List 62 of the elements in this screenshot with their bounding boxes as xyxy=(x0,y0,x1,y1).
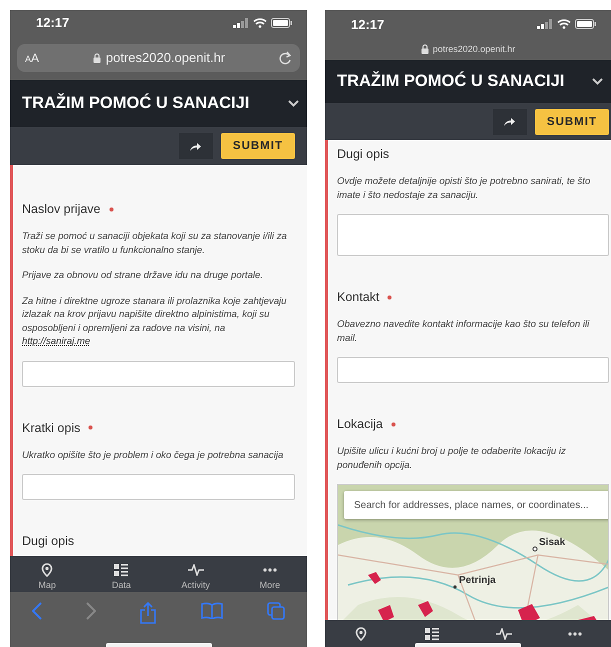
field-label: Kratki opis xyxy=(22,420,80,434)
lock-icon xyxy=(92,52,101,62)
help-text: Za hitne i direktne ugroze stanara ili prolaznika koje zahtjevaju izlazak na krov prijavu napišite direktno alpinistima, koji su osposobljeni i opremljeni za radove na visini, na http://saniraj.me xyxy=(22,294,288,348)
lock-icon xyxy=(420,44,429,54)
field-label: Kontakt xyxy=(337,290,380,304)
pulse-icon xyxy=(188,564,204,576)
share-button[interactable] xyxy=(178,133,213,159)
help-text: Upišite ulicu i kućni broj u polje te odaberite lokaciju iz ponuđenih opcija. xyxy=(337,445,567,472)
tabs-icon[interactable] xyxy=(266,602,285,620)
field-label: Lokacija xyxy=(337,417,383,431)
reload-icon[interactable] xyxy=(279,50,292,64)
share-button[interactable] xyxy=(492,108,527,134)
help-text: Prijave za obnovu od strane države idu na druge portale. xyxy=(22,269,264,282)
nav-tab[interactable]: Map xyxy=(17,556,78,591)
map-pin-icon xyxy=(41,563,54,577)
nav-tab[interactable]: More xyxy=(240,556,300,591)
field-label: Naslov prijave xyxy=(22,202,101,216)
back-icon[interactable] xyxy=(32,602,42,620)
text-field[interactable] xyxy=(22,474,295,500)
more-icon xyxy=(262,568,277,572)
share-arrow-icon xyxy=(504,117,516,126)
chevron-down-icon[interactable] xyxy=(288,100,299,107)
help-text: Ovdje možete detaljnije opisti što je potrebno sanirati, te što imate i što nedostaje za sanaciju. xyxy=(337,175,592,202)
text-area[interactable] xyxy=(337,214,609,256)
search-field[interactable]: Search for addresses, place names, or coordinates... xyxy=(344,491,608,519)
url-text[interactable]: potres2020.openit.hr xyxy=(432,44,516,54)
more-icon xyxy=(568,632,582,636)
help-text: Traži se pomoć u sanaciji objekata koji su za stanovanje i/ili za stoku da bi se vratilo u funkcionalno stanje. xyxy=(22,230,288,257)
url-text: potres2020.openit.hr xyxy=(106,50,226,65)
field-label: Dugi opis xyxy=(22,534,74,548)
submit-button[interactable]: SUBMIT xyxy=(534,108,609,134)
share-icon[interactable] xyxy=(140,602,156,624)
status-time: 12:17 xyxy=(36,15,70,30)
list-icon xyxy=(425,628,440,640)
text-field[interactable] xyxy=(337,357,609,383)
map-pin-icon xyxy=(354,627,367,641)
submit-button[interactable]: SUBMIT xyxy=(220,133,295,159)
wifi-icon xyxy=(253,18,267,28)
status-time: 12:17 xyxy=(351,16,384,32)
signal-icon xyxy=(537,19,553,29)
wifi-icon xyxy=(557,19,571,29)
list-icon xyxy=(114,564,128,576)
share-arrow-icon xyxy=(190,142,202,150)
link[interactable]: http://saniraj.me xyxy=(22,336,90,347)
battery-icon xyxy=(575,19,597,29)
page-title: TRAŽIM POMOĆ U SANACIJI xyxy=(337,72,564,91)
map-label: Petrinja xyxy=(459,575,496,586)
signal-icon xyxy=(233,18,249,28)
page-title: TRAŽIM POMOĆ U SANACIJI xyxy=(22,94,250,113)
text-field[interactable] xyxy=(22,360,295,386)
chevron-down-icon[interactable] xyxy=(592,78,603,85)
battery-icon xyxy=(271,18,293,28)
field-label: Dugi opis xyxy=(337,147,390,161)
nav-tab[interactable]: Data xyxy=(91,556,152,591)
book-icon[interactable] xyxy=(200,602,223,619)
address-bar[interactable]: AA potres2020.openit.hr xyxy=(17,44,300,72)
help-text: Ukratko opišite što je problem i oko čega je potrebna sanacija xyxy=(22,448,284,462)
map-label: Sisak xyxy=(539,537,566,548)
help-text: Obavezno navedite kontakt informacije kao što su telefon ili mail. xyxy=(337,318,590,345)
text-size-button[interactable]: AA xyxy=(25,50,40,64)
pulse-icon xyxy=(496,628,512,640)
nav-tab[interactable]: Activity xyxy=(166,556,226,591)
